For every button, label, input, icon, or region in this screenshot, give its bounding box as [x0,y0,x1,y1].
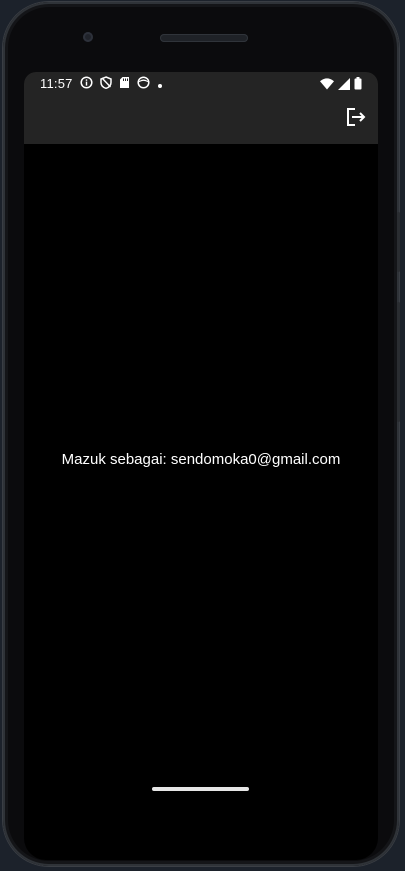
power-button [397,212,400,272]
sd-card-icon [119,76,130,92]
status-time: 11:57 [40,76,73,91]
battery-icon [354,77,362,93]
signal-icon [338,77,350,93]
logout-button[interactable] [342,105,370,133]
system-icons [320,77,362,93]
volume-button [397,302,400,422]
shield-icon [100,76,112,92]
face-icon [137,76,150,92]
front-camera [83,32,93,42]
logged-in-as-text: Mazuk sebagai: sendomoka0@gmail.com [61,451,341,468]
info-icon [80,76,93,92]
notification-icons [80,76,163,92]
earpiece-speaker [160,34,248,42]
status-bar: 11:57 [24,72,378,96]
dot-icon [157,77,163,92]
screen: 11:57 Mazuk sebagai: sendomoka0@gmail.co… [24,72,378,860]
wifi-icon [320,77,334,93]
app-bar [24,96,378,144]
logout-icon [346,107,366,131]
home-indicator[interactable] [152,787,249,791]
